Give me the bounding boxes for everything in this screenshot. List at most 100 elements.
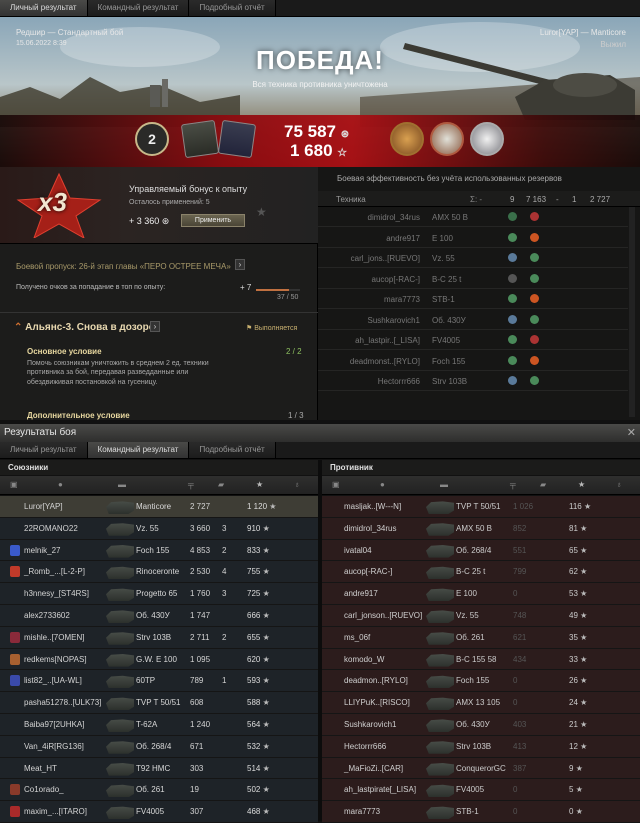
efficiency-row[interactable]: deadmonst..[RYLO] Foch 155 [318, 352, 628, 371]
mission-title[interactable]: ⌃ Альянс-3. Снова в дозоре [14, 322, 154, 333]
efficiency-row[interactable]: dimidrol_34rus AMX 50 B [318, 208, 628, 227]
ally-row[interactable]: maxim_...[ITARO] FV4005 307 468 ★ [0, 801, 318, 823]
xp-value: 910 ★ [247, 523, 270, 533]
efficiency-row[interactable]: ah_lastpir..[_LISA] FV4005 [318, 331, 628, 350]
tank-name: E 100 [456, 589, 477, 599]
efficiency-row[interactable]: Sushkarovich1 Об. 430У [318, 311, 628, 330]
xp-value: 833 ★ [247, 545, 270, 555]
sort-star-icon[interactable]: ★ [256, 480, 263, 489]
bonus-remaining: Осталось применений: 5 [129, 199, 210, 206]
tank-icon[interactable]: ▬ [440, 480, 448, 489]
apply-bonus-button[interactable]: Применить [181, 214, 245, 227]
enemy-row[interactable]: ivatal04 Об. 268/4 551 65 ★ [322, 539, 640, 562]
medal-icon[interactable]: ♁ [616, 480, 622, 489]
damage-value: 1 747 [190, 611, 211, 620]
enemy-row[interactable]: komodo_W B-C 155 58 434 33 ★ [322, 648, 640, 671]
efficiency-row[interactable]: andre917 E 100 [318, 229, 628, 248]
ally-row[interactable]: list82_..[UA-WL] 60TP 789 1 593 ★ [0, 670, 318, 693]
damage-value: 748 [513, 611, 527, 620]
medal-1-icon[interactable] [390, 122, 424, 156]
xp-value: 53 ★ [569, 589, 588, 599]
damage-value: 0 [513, 676, 518, 686]
efficiency-row[interactable]: carl_jons..[RUEVO] Vz. 55 [318, 249, 628, 268]
chevron-right-icon[interactable]: › [235, 259, 245, 270]
tab-detailed[interactable]: Подробный отчёт [189, 0, 276, 16]
battle-award-icon[interactable] [217, 119, 257, 159]
enemy-row[interactable]: dimidrol_34rus AMX 50 B 852 81 ★ [322, 517, 640, 540]
damage-value: 403 [513, 720, 527, 729]
damage-icon[interactable]: ╤ [510, 480, 516, 489]
ally-row[interactable]: pasha51278..[ULK73] TVP T 50/51 608 588 ★ [0, 692, 318, 714]
enemy-row[interactable]: Sushkarovich1 Об. 430У 403 21 ★ [322, 714, 640, 736]
efficiency-row[interactable]: aucop[-RAC-] B-C 25 t [318, 270, 628, 289]
damage-icon[interactable]: ╤ [188, 480, 194, 489]
battlepass-text[interactable]: Боевой пропуск: 26-й этап главы «ПЕРО ОС… [16, 262, 231, 271]
ally-row[interactable]: Luror[YAP] Manticore 2 727 1 120 ★ [0, 496, 318, 518]
ally-row[interactable]: Meat_HT T92 HMC 303 514 ★ [0, 757, 318, 780]
ally-row[interactable]: alex2733602 Об. 430У 1 747 666 ★ [0, 605, 318, 627]
frags-icon[interactable]: ▰ [218, 480, 224, 489]
xp-value: 24 ★ [569, 698, 588, 708]
tank-name: Vz. 55 [136, 523, 159, 533]
star-icon: ★ [584, 502, 592, 511]
ally-row[interactable]: Van_4iR[RG136] Об. 268/4 671 532 ★ [0, 735, 318, 758]
tank-silhouette-icon [426, 566, 454, 580]
enemy-row[interactable]: Hectorrr666 Strv 103B 413 12 ★ [322, 735, 640, 758]
ally-row[interactable]: Co1orado_ Об. 261 19 502 ★ [0, 779, 318, 802]
player-icon[interactable]: ● [58, 480, 63, 489]
tab-detailed-bottom[interactable]: Подробный отчёт [189, 442, 276, 458]
battlepass-progress-text: 37 / 50 [277, 294, 299, 301]
results-title-bar: Результаты боя ✕ [0, 424, 640, 442]
enemy-row[interactable]: masljak..[W---N] TVP T 50/51 1 026 116 ★ [322, 496, 640, 518]
tab-team[interactable]: Командный результат [87, 0, 190, 16]
sort-star-icon[interactable]: ★ [578, 480, 585, 489]
xp-bonus: x3 Управляемый бонус к опыту Осталось пр… [0, 167, 318, 244]
efficiency-row[interactable]: mara7773 STB-1 [318, 290, 628, 309]
frags-icon[interactable]: ▰ [540, 480, 546, 489]
tank-name: Об. 430У [136, 611, 170, 620]
tab-team-bottom[interactable]: Командный результат [87, 442, 190, 458]
tank-name: TVP T 50/51 [456, 502, 501, 511]
damage-dealt-icon [530, 273, 539, 283]
damage-value: 671 [190, 741, 204, 751]
tab-personal[interactable]: Личный результат [0, 0, 88, 16]
ally-row[interactable]: 22ROMANO22 Vz. 55 3 660 3 910 ★ [0, 517, 318, 540]
squad-icon[interactable]: ▣ [10, 480, 18, 489]
chevron-right-icon[interactable]: › [150, 321, 160, 332]
mastery-badge-icon[interactable]: 2 [135, 122, 169, 156]
xp-value: 532 ★ [247, 741, 270, 751]
squad-icon[interactable]: ▣ [332, 480, 340, 489]
efficiency-tank: FV4005 [432, 336, 461, 345]
enemy-row[interactable]: ah_lastpirate[_LISA] FV4005 0 5 ★ [322, 779, 640, 802]
ally-row[interactable]: Baiba97[2UHKA] T-62A 1 240 564 ★ [0, 714, 318, 736]
efficiency-columns: Техника Σ: - 9 7 163 - 1 2 727 [318, 191, 640, 207]
efficiency-row[interactable]: Hectorrr666 Strv 103B [318, 372, 628, 391]
ally-row[interactable]: _Romb_...[L-2-P] Rinoceronte 2 530 4 755 ★ [0, 561, 318, 584]
tank-icon[interactable]: ▬ [118, 480, 126, 489]
enemy-row[interactable]: aucop[-RAC-] B-C 25 t 799 62 ★ [322, 561, 640, 584]
ally-row[interactable]: redkems[NOPAS] G.W. E 100 1 095 620 ★ [0, 648, 318, 671]
medal-3-icon[interactable] [470, 122, 504, 156]
player-icon[interactable]: ● [380, 480, 385, 489]
medal-2-icon[interactable] [430, 122, 464, 156]
tank-silhouette-icon [426, 741, 454, 754]
enemies-columns: ▣ ● ▬ ╤ ▰ ★ ♁ [322, 476, 640, 495]
ally-row[interactable]: mishle..[7OMEN] Strv 103B 2 711 2 655 ★ [0, 626, 318, 649]
enemy-row[interactable]: deadmon..[RYLO] Foch 155 0 26 ★ [322, 670, 640, 693]
ally-row[interactable]: h3nnesy_[ST4RS] Progetto 65 1 760 3 725 ★ [0, 583, 318, 605]
close-icon[interactable]: ✕ [627, 426, 636, 439]
ally-row[interactable]: melnik_27 Foch 155 4 853 2 833 ★ [0, 539, 318, 562]
enemy-row[interactable]: LLIYPuK..[RISCO] AMX 13 105 0 24 ★ [322, 692, 640, 714]
enemy-row[interactable]: carl_jonson..[RUEVO] Vz. 55 748 49 ★ [322, 605, 640, 627]
medal-icon[interactable]: ♁ [294, 480, 300, 489]
enemy-row[interactable]: andre917 E 100 0 53 ★ [322, 583, 640, 605]
enemy-row[interactable]: mara7773 STB-1 0 0 ★ [322, 801, 640, 823]
bottom-tabs: Личный результат Командный результат Под… [0, 442, 640, 459]
tab-personal-bottom[interactable]: Личный результат [0, 442, 88, 458]
scrollbar[interactable] [629, 207, 635, 417]
star-icon: ★ [580, 632, 588, 642]
enemy-row[interactable]: ms_06f Об. 261 621 35 ★ [322, 626, 640, 649]
tank-name: Strv 103B [456, 741, 492, 751]
enemy-row[interactable]: _MaFioZi..[CAR] ConquerorGC 387 9 ★ [322, 757, 640, 780]
rank-chevron-icon[interactable] [180, 119, 220, 159]
